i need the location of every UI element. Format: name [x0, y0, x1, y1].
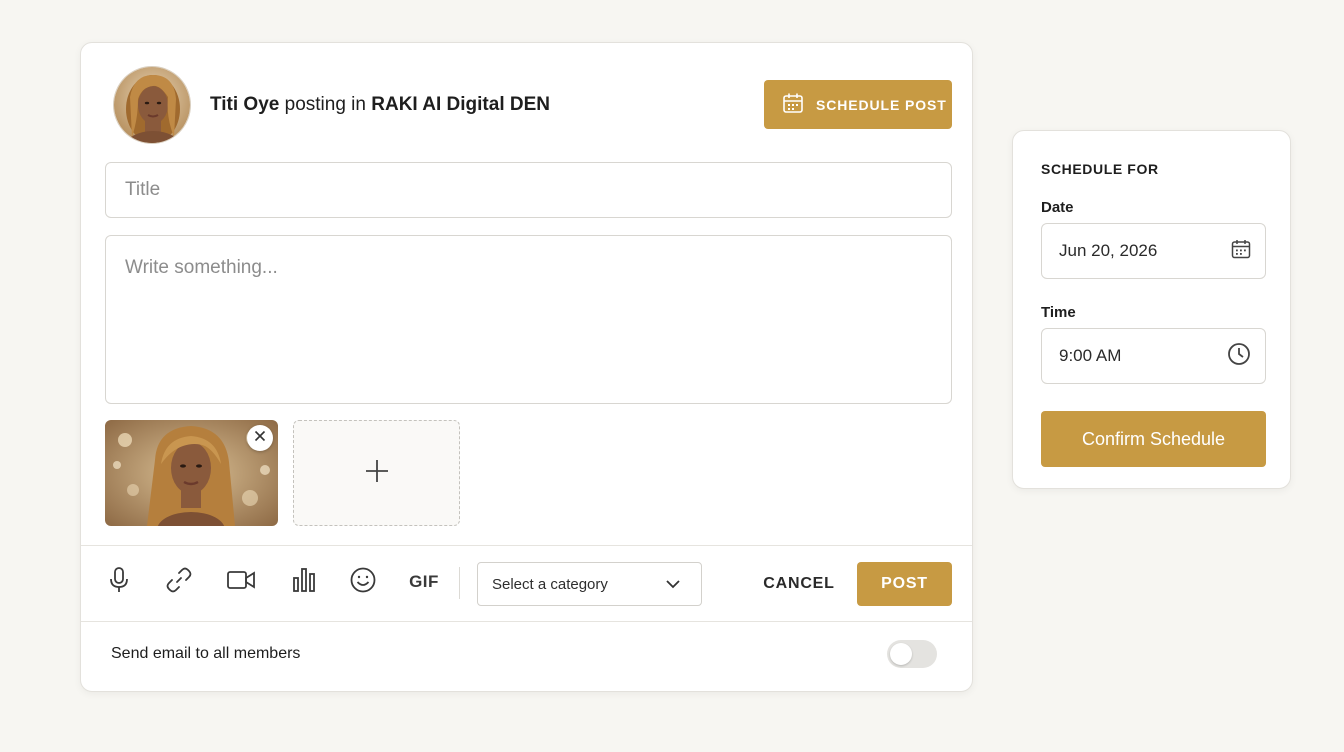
gif-label: GIF: [409, 572, 439, 591]
emoji-button[interactable]: [346, 565, 380, 599]
posting-in-text: posting in: [284, 94, 366, 115]
avatar[interactable]: [113, 66, 191, 144]
time-picker[interactable]: 9:00 AM: [1041, 328, 1266, 384]
microphone-button[interactable]: [102, 565, 136, 599]
post-button[interactable]: POST: [857, 562, 952, 606]
remove-image-button[interactable]: [247, 425, 273, 451]
email-divider: [81, 621, 972, 622]
gif-button[interactable]: GIF: [406, 565, 442, 599]
clock-icon: [1227, 342, 1251, 371]
toolbar-divider: [81, 545, 972, 546]
confirm-schedule-button[interactable]: Confirm Schedule: [1041, 411, 1266, 467]
poll-icon: [293, 567, 315, 597]
category-select[interactable]: Select a category: [477, 562, 702, 606]
video-icon: [227, 570, 255, 595]
add-media-button[interactable]: [293, 420, 460, 526]
emoji-icon: [350, 567, 376, 598]
video-button[interactable]: [224, 565, 258, 599]
cancel-button[interactable]: CANCEL: [751, 562, 847, 606]
toolbar-separator: [459, 567, 460, 599]
date-picker[interactable]: Jun 20, 2026: [1041, 223, 1266, 279]
chevron-down-icon: [665, 576, 681, 593]
time-value: 9:00 AM: [1059, 346, 1122, 365]
category-selected: Select a category: [492, 575, 608, 593]
microphone-icon: [107, 566, 131, 598]
schedule-heading: SCHEDULE FOR: [1041, 161, 1159, 177]
body-input[interactable]: [105, 235, 952, 404]
plus-icon: [365, 459, 389, 488]
date-value: Jun 20, 2026: [1059, 241, 1158, 260]
send-email-toggle[interactable]: [887, 640, 937, 668]
toggle-knob: [890, 643, 912, 665]
schedule-post-button[interactable]: SCHEDULE POST: [764, 80, 952, 129]
poll-button[interactable]: [287, 565, 321, 599]
schedule-panel: SCHEDULE FOR Date Jun 20, 2026 Time 9:00…: [1012, 130, 1291, 489]
send-email-label: Send email to all members: [111, 645, 301, 662]
date-label: Date: [1041, 199, 1074, 216]
calendar-icon: [782, 92, 804, 117]
group-name[interactable]: RAKI AI Digital DEN: [371, 94, 550, 115]
post-headline: Titi Oye posting in RAKI AI Digital DEN: [210, 94, 550, 116]
time-label: Time: [1041, 304, 1076, 321]
link-button[interactable]: [162, 565, 196, 599]
author-name[interactable]: Titi Oye: [210, 94, 279, 115]
close-icon: [254, 429, 266, 447]
schedule-post-label: SCHEDULE POST: [816, 96, 947, 113]
title-input[interactable]: [105, 162, 952, 218]
post-composer: Titi Oye posting in RAKI AI Digital DEN …: [80, 42, 973, 692]
calendar-icon: [1231, 239, 1251, 264]
link-icon: [166, 567, 192, 598]
